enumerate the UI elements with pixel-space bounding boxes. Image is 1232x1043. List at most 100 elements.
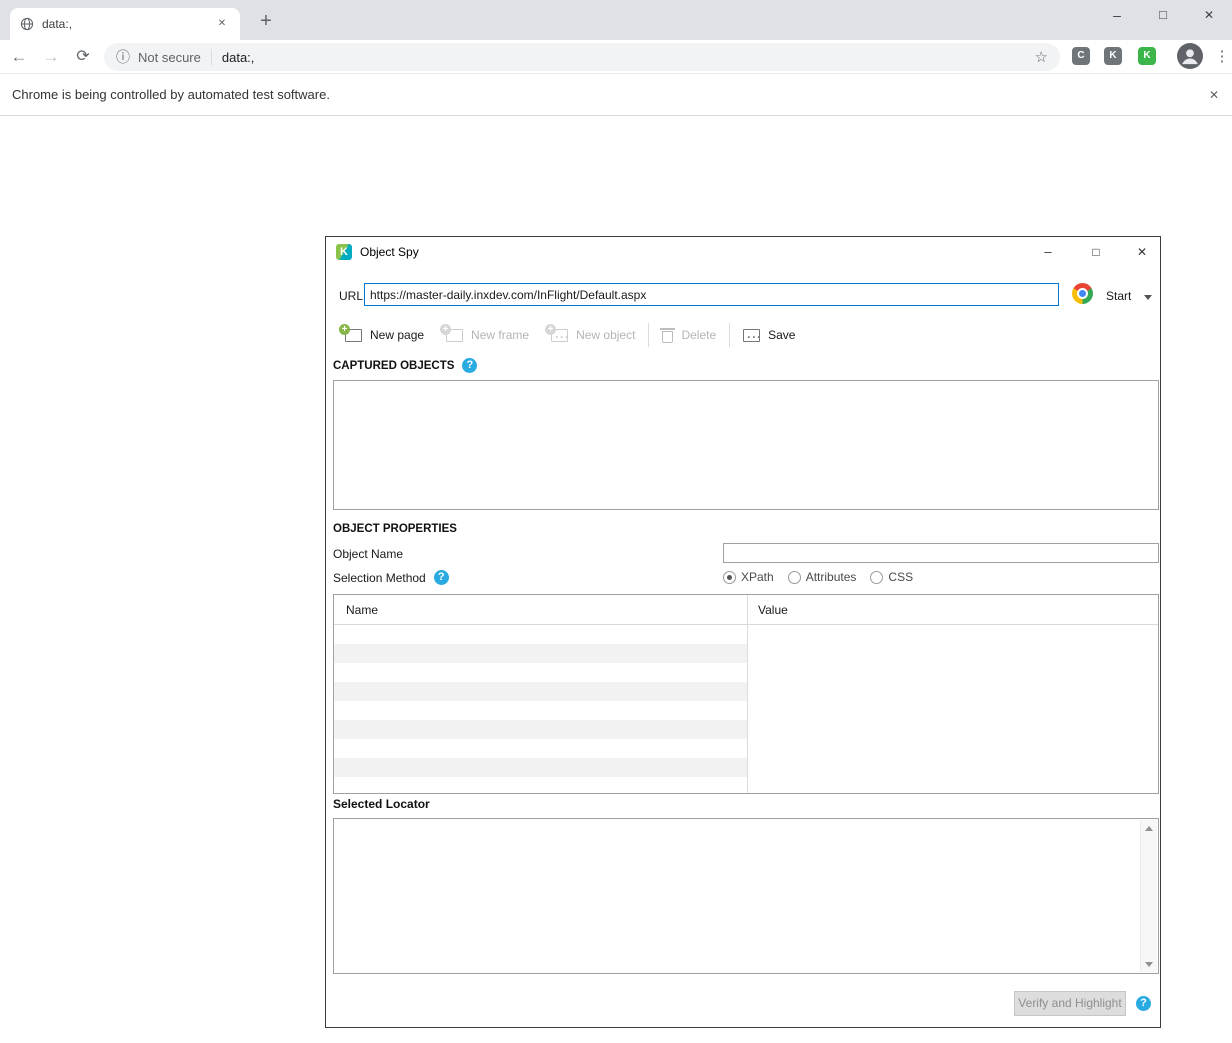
- new-object-icon: [545, 323, 570, 344]
- reload-button[interactable]: [68, 40, 98, 73]
- object-spy-dialog: Object Spy URL Start New page New frame …: [325, 236, 1161, 1028]
- new-frame-button[interactable]: New frame: [435, 320, 540, 350]
- radio-unselected-icon: [787, 570, 801, 584]
- selection-method-row: Selection Method: [333, 570, 449, 585]
- radio-label: Attributes: [805, 570, 857, 584]
- save-label: Save: [768, 328, 796, 342]
- forward-button[interactable]: [36, 40, 66, 73]
- captured-objects-panel[interactable]: [333, 380, 1159, 510]
- selected-locator-textarea[interactable]: [333, 818, 1159, 974]
- address-url: data:,: [221, 49, 255, 65]
- new-tab-button[interactable]: [252, 8, 280, 36]
- window-minimize-button[interactable]: [1094, 0, 1140, 30]
- plus-badge-icon: [440, 323, 452, 335]
- selection-method-label: Selection Method: [333, 570, 426, 585]
- object-name-input[interactable]: [723, 543, 1159, 563]
- column-header-value: Value: [758, 603, 788, 617]
- table-row[interactable]: [334, 701, 747, 720]
- properties-table-header: Name Value: [334, 595, 1158, 625]
- save-button[interactable]: Save: [732, 320, 806, 350]
- omnibox-divider: [210, 49, 212, 65]
- radio-unselected-icon: [870, 570, 884, 584]
- delete-label: Delete: [681, 328, 717, 342]
- dialog-title: Object Spy: [360, 245, 419, 259]
- url-input[interactable]: [364, 283, 1059, 306]
- delete-button[interactable]: Delete: [651, 320, 727, 350]
- save-icon: [743, 328, 762, 344]
- extension-icon-k[interactable]: K: [1104, 47, 1122, 65]
- radio-attributes[interactable]: Attributes: [787, 570, 857, 584]
- properties-table[interactable]: Name Value: [333, 594, 1159, 794]
- chrome-browser-icon: [1072, 283, 1093, 304]
- security-label: Not secure: [138, 49, 201, 65]
- radio-css[interactable]: CSS: [870, 570, 913, 584]
- url-label: URL: [339, 289, 364, 303]
- scroll-up-icon[interactable]: [1141, 820, 1157, 837]
- table-row[interactable]: [334, 682, 747, 701]
- tab-strip: data:,: [0, 0, 1232, 40]
- window-maximize-button[interactable]: [1140, 0, 1186, 30]
- dialog-minimize-button[interactable]: [1032, 237, 1064, 267]
- katalon-extension-icon[interactable]: [1138, 47, 1156, 65]
- new-frame-icon: [440, 323, 464, 342]
- back-button[interactable]: [4, 40, 34, 73]
- captured-objects-label: CAPTURED OBJECTS: [333, 359, 455, 372]
- window-controls: [1094, 0, 1232, 30]
- bookmark-star-icon[interactable]: [1035, 48, 1048, 66]
- profile-avatar[interactable]: [1177, 43, 1203, 69]
- help-icon[interactable]: [433, 570, 449, 585]
- selected-locator-heading: Selected Locator: [333, 797, 430, 811]
- table-row[interactable]: [334, 720, 747, 739]
- captured-objects-heading: CAPTURED OBJECTS: [333, 358, 478, 373]
- katalon-logo-icon: [336, 244, 352, 260]
- column-header-name: Name: [346, 603, 379, 617]
- verify-and-highlight-button[interactable]: Verify and Highlight: [1014, 991, 1126, 1016]
- dialog-toolbar: New page New frame New object Delete Sav…: [334, 319, 806, 351]
- dialog-maximize-button[interactable]: [1080, 237, 1112, 267]
- radio-selected-icon: [723, 570, 736, 584]
- object-properties-label: OBJECT PROPERTIES: [333, 523, 457, 535]
- radio-xpath[interactable]: XPath: [723, 570, 774, 584]
- help-icon[interactable]: [462, 358, 478, 373]
- new-page-icon: [339, 323, 362, 342]
- start-dropdown-caret-icon[interactable]: [1144, 295, 1152, 300]
- dialog-titlebar[interactable]: Object Spy: [326, 237, 1160, 267]
- browser-tab[interactable]: data:,: [10, 8, 240, 40]
- table-row[interactable]: [334, 739, 747, 758]
- selected-locator-label: Selected Locator: [333, 797, 430, 811]
- object-name-label: Object Name: [333, 547, 404, 561]
- new-page-button[interactable]: New page: [334, 320, 435, 350]
- window-close-button[interactable]: [1186, 0, 1232, 30]
- info-icon[interactable]: [116, 47, 130, 67]
- toolbar-separator: [729, 323, 731, 347]
- radio-label: XPath: [741, 570, 774, 584]
- object-properties-heading: OBJECT PROPERTIES: [333, 523, 457, 535]
- tab-title: data:,: [42, 17, 73, 31]
- infobar-close-icon[interactable]: [1206, 87, 1222, 103]
- dialog-close-button[interactable]: [1126, 237, 1158, 267]
- table-row[interactable]: [334, 644, 747, 663]
- start-button[interactable]: Start: [1106, 289, 1131, 303]
- trash-icon: [660, 327, 676, 343]
- selection-method-options: XPath Attributes CSS: [723, 570, 913, 584]
- scrollbar[interactable]: [1140, 820, 1157, 972]
- properties-table-body: [334, 625, 1158, 793]
- table-row[interactable]: [334, 758, 747, 777]
- scroll-down-icon[interactable]: [1141, 955, 1157, 972]
- extension-icon-c[interactable]: C: [1072, 47, 1090, 65]
- radio-label: CSS: [888, 570, 914, 584]
- plus-badge-icon: [339, 323, 350, 335]
- globe-icon: [20, 17, 34, 31]
- new-frame-label: New frame: [471, 328, 530, 342]
- new-object-button[interactable]: New object: [540, 320, 646, 350]
- browser-menu-icon[interactable]: [1212, 40, 1232, 73]
- tab-close-icon[interactable]: [214, 16, 230, 32]
- new-object-label: New object: [576, 328, 636, 342]
- toolbar-separator: [648, 323, 650, 347]
- help-icon[interactable]: [1136, 996, 1151, 1011]
- browser-toolbar: Not secure data:, C K: [0, 40, 1232, 73]
- table-row[interactable]: [334, 625, 747, 644]
- address-bar[interactable]: Not secure data:,: [104, 43, 1060, 71]
- table-row[interactable]: [334, 663, 747, 682]
- new-page-label: New page: [370, 328, 425, 342]
